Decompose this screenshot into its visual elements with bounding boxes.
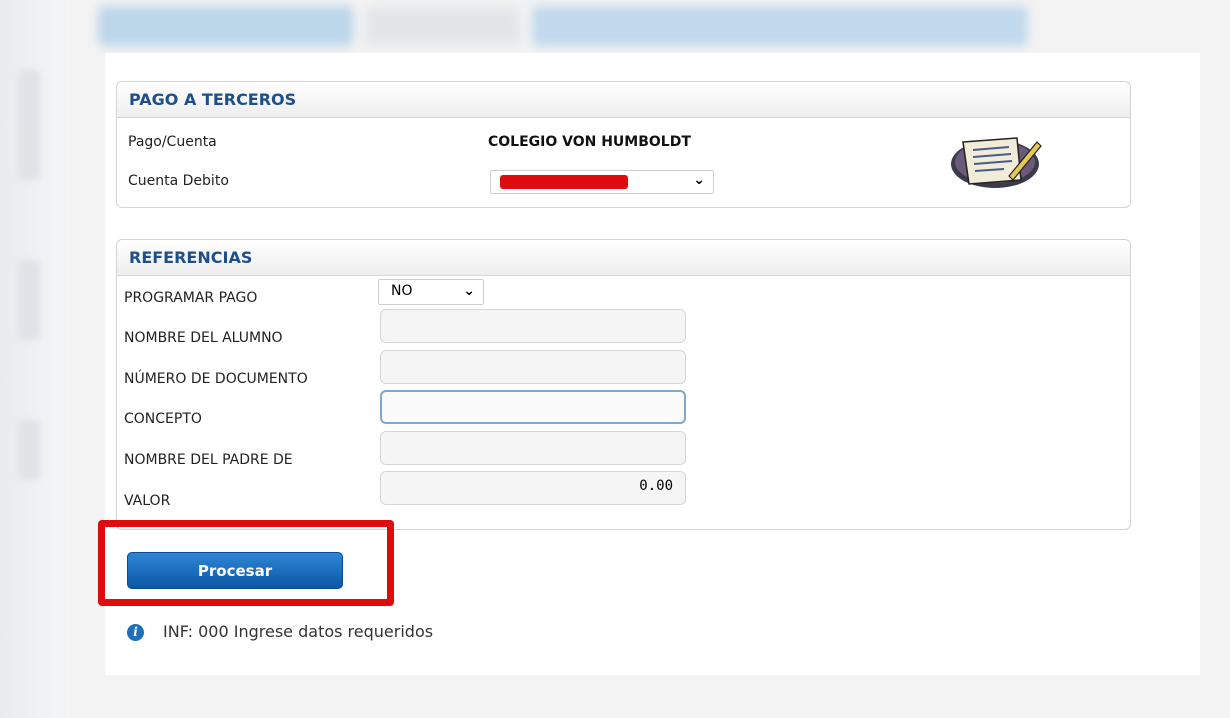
procesar-button[interactable]: Procesar (127, 552, 343, 589)
status-message: INF: 000 Ingrese datos requeridos (163, 622, 434, 641)
programar-pago-select[interactable]: NO ⌄ (378, 279, 484, 305)
nombre-padre-label: NOMBRE DEL PADRE DE (124, 452, 293, 468)
cuenta-debito-label: Cuenta Debito (128, 173, 229, 189)
top-tab-blurred-2 (365, 6, 520, 46)
referencias-panel: REFERENCIAS PROGRAMAR PAGO NO ⌄ NOMBRE D… (116, 239, 1131, 530)
concepto-input[interactable] (380, 390, 686, 424)
nombre-alumno-input[interactable] (380, 309, 686, 343)
chevron-down-icon: ⌄ (693, 172, 705, 188)
top-tab-blurred-1 (98, 6, 353, 46)
redacted-account (500, 175, 628, 189)
programar-pago-label: PROGRAMAR PAGO (124, 290, 258, 306)
concepto-label: CONCEPTO (124, 411, 202, 427)
pago-cuenta-value: COLEGIO VON HUMBOLDT (488, 134, 691, 150)
pago-cuenta-label: Pago/Cuenta (128, 134, 217, 150)
numero-documento-label: NÚMERO DE DOCUMENTO (124, 371, 308, 387)
chevron-down-icon: ⌄ (463, 283, 475, 299)
left-sidebar-blurred (0, 0, 70, 718)
nombre-padre-input[interactable] (380, 431, 686, 465)
info-icon: i (127, 624, 144, 641)
scroll-quill-icon (951, 137, 1042, 188)
valor-label: VALOR (124, 493, 171, 509)
panel-title: REFERENCIAS (117, 240, 1130, 276)
nombre-alumno-label: NOMBRE DEL ALUMNO (124, 330, 283, 346)
pago-a-terceros-panel: PAGO A TERCEROS Pago/Cuenta COLEGIO VON … (116, 81, 1131, 208)
cuenta-debito-select[interactable]: ⌄ (490, 170, 714, 194)
valor-input[interactable]: 0.00 (380, 471, 686, 505)
numero-documento-input[interactable] (380, 350, 686, 384)
panel-title: PAGO A TERCEROS (117, 82, 1130, 118)
top-tab-blurred-3 (532, 6, 1028, 46)
programar-pago-value: NO (391, 283, 413, 299)
